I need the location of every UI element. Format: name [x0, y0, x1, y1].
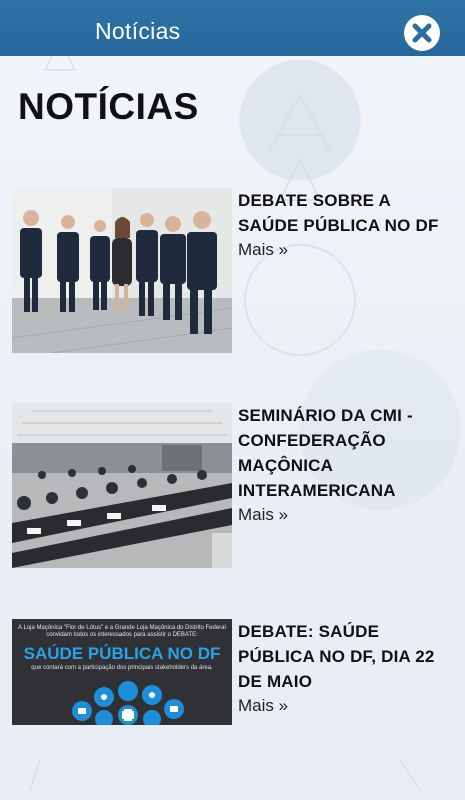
- news-title[interactable]: DEBATE: SAÚDE PÚBLICA NO DF, DIA 22 DE M…: [238, 619, 452, 694]
- news-thumbnail[interactable]: [12, 403, 232, 568]
- header-title: Notícias: [95, 18, 181, 44]
- group-photo-debate: [12, 188, 232, 353]
- health-icons: [72, 681, 184, 725]
- close-icon: [412, 23, 432, 43]
- main-content: NOTÍCIAS DEBATE SOBRE A SAÚDE PÚBLICA NO…: [0, 56, 465, 800]
- news-text: DEBATE SOBRE A SAÚDE PÚBLICA NO DF Mais …: [238, 188, 452, 262]
- news-item: DEBATE SOBRE A SAÚDE PÚBLICA NO DF Mais …: [12, 188, 452, 353]
- more-link[interactable]: Mais »: [238, 503, 288, 527]
- news-text: SEMINÁRIO DA CMI - CONFEDERAÇÃO MAÇÔNICA…: [238, 403, 452, 527]
- news-thumbnail[interactable]: [12, 188, 232, 353]
- more-link[interactable]: Mais »: [238, 694, 288, 718]
- conference-room-photo: [12, 403, 232, 568]
- news-text: DEBATE: SAÚDE PÚBLICA NO DF, DIA 22 DE M…: [238, 619, 452, 718]
- news-thumbnail[interactable]: A Loja Maçônica "Flor de Lótus" e a Gran…: [12, 619, 232, 725]
- close-button[interactable]: [404, 15, 440, 51]
- news-item: A Loja Maçônica "Flor de Lótus" e a Gran…: [12, 619, 452, 725]
- page-title: NOTÍCIAS: [18, 86, 199, 127]
- app-header: Notícias: [0, 0, 465, 56]
- news-item: SEMINÁRIO DA CMI - CONFEDERAÇÃO MAÇÔNICA…: [12, 403, 452, 568]
- more-link[interactable]: Mais »: [238, 238, 288, 262]
- news-title[interactable]: SEMINÁRIO DA CMI - CONFEDERAÇÃO MAÇÔNICA…: [238, 403, 452, 503]
- news-title[interactable]: DEBATE SOBRE A SAÚDE PÚBLICA NO DF: [238, 188, 452, 238]
